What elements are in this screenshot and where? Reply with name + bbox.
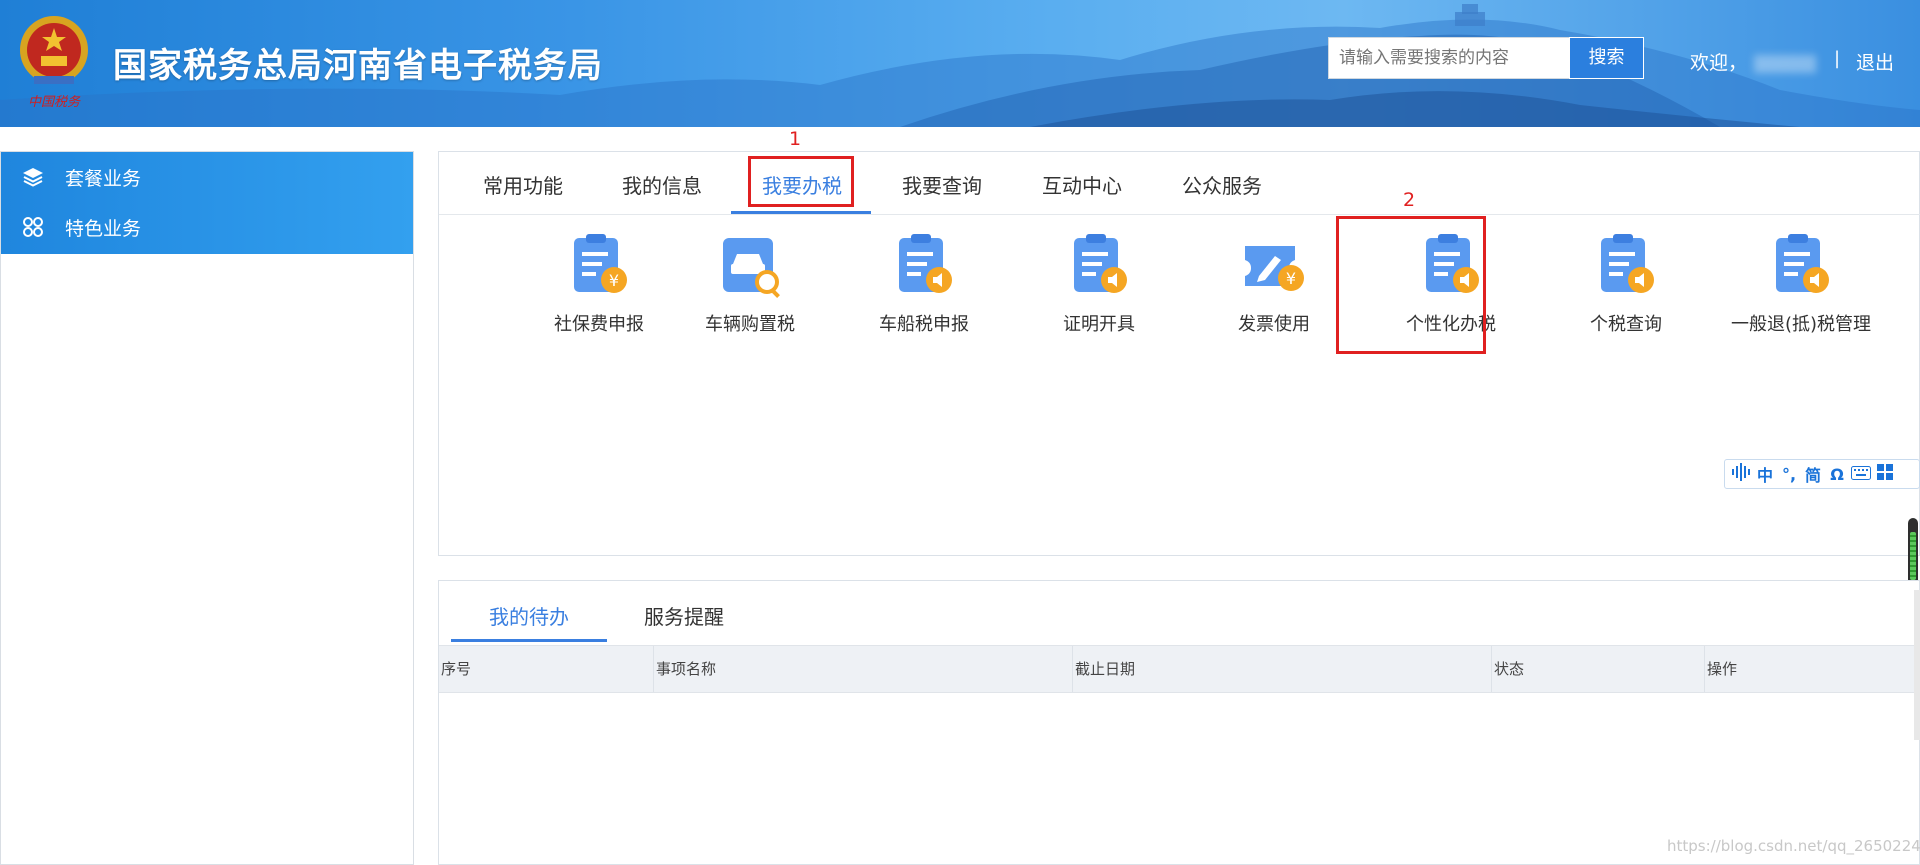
sidebar-item-label: 套餐业务 [65,167,142,190]
annotation-number-1: 1 [789,128,802,150]
column-header-index: 序号 [441,660,472,678]
tab-query[interactable]: 我要查询 [902,170,982,199]
ime-punctuation[interactable]: °, [1777,465,1801,484]
column-header-item-name: 事项名称 [653,646,1072,692]
tab-service-reminder[interactable]: 服务提醒 [644,601,724,630]
tab-common[interactable]: 常用功能 [483,170,563,199]
keyboard-icon[interactable] [1849,465,1873,484]
clipboard-speaker-icon [1766,230,1836,300]
voice-icon[interactable] [1729,463,1753,485]
car-search-icon [715,230,785,300]
tab-public-service[interactable]: 公众服务 [1182,170,1262,199]
tab-my-todo[interactable]: 我的待办 [489,601,569,630]
column-header-status: 状态 [1491,646,1704,692]
table-scrollbar[interactable] [1914,590,1920,740]
sidebar-item-special[interactable]: 特色业务 [1,202,413,252]
service-personal-tax-query[interactable]: 个税查询 [1541,230,1711,336]
clipboard-speaker-icon [1064,230,1134,300]
annotation-box-service [1336,216,1486,354]
service-tabs: 常用功能 我的信息 我要办税 我要查询 互动中心 公众服务 [439,152,1920,215]
sidebar: 套餐业务 特色业务 [0,151,414,865]
watermark-text: https://blog.csdn.net/qq_26502245 [1667,837,1920,855]
ime-chinese-mode[interactable]: 中 [1753,462,1777,486]
service-panel: 常用功能 我的信息 我要办税 我要查询 互动中心 公众服务 ¥ 社保费申报 车辆… [438,151,1920,556]
search-input[interactable] [1328,37,1569,79]
annotation-number-2: 2 [1403,189,1416,211]
clipboard-yuan-icon: ¥ [564,230,634,300]
todo-panel: 我的待办 服务提醒 序号 事项名称 截止日期 状态 操作 [438,580,1920,865]
service-invoice-use[interactable]: ¥ 发票使用 [1189,230,1359,336]
todo-table-header: 序号 事项名称 截止日期 状态 操作 [439,645,1919,693]
sidebar-item-package[interactable]: 套餐业务 [1,152,413,202]
site-title: 国家税务总局河南省电子税务局 [113,46,603,86]
clipboard-speaker-icon [889,230,959,300]
username-redacted [1754,55,1816,73]
service-certificate-issue[interactable]: 证明开具 [1014,230,1184,336]
service-tax-refund-management[interactable]: 一般退(抵)税管理 [1701,230,1901,336]
clover-icon [21,215,45,239]
search-button[interactable]: 搜索 [1569,37,1644,79]
sidebar-item-label: 特色业务 [65,217,142,240]
tab-interaction[interactable]: 互动中心 [1042,170,1122,199]
ime-symbols[interactable]: Ω [1825,465,1849,484]
emblem-caption: 中国税务 [28,95,81,110]
column-header-action: 操作 [1704,646,1919,692]
welcome-text: 欢迎， [1690,52,1748,74]
annotation-box-tab [748,156,854,207]
clipboard-speaker-icon [1591,230,1661,300]
svg-text:¥: ¥ [609,271,619,290]
logout-link[interactable]: 退出 [1856,48,1894,75]
ime-toolbar: 中 °, 简 Ω [1724,459,1920,489]
site-header: 中国税务 国家税务总局河南省电子税务局 搜索 欢迎， | 退出 [0,0,1920,127]
ticket-pen-yuan-icon: ¥ [1239,230,1309,300]
grid-menu-icon[interactable] [1873,464,1897,484]
service-vehicle-vessel-tax[interactable]: 车船税申报 [839,230,1009,336]
header-divider: | [1834,48,1841,69]
tax-emblem-logo: 中国税务 [14,10,94,110]
active-tab-underline [451,639,607,642]
tab-my-info[interactable]: 我的信息 [622,170,702,199]
column-header-deadline: 截止日期 [1072,646,1491,692]
svg-text:¥: ¥ [1286,269,1296,288]
ime-simplified[interactable]: 简 [1801,462,1825,486]
active-tab-underline [731,211,871,214]
service-vehicle-purchase-tax[interactable]: 车辆购置税 [665,230,835,336]
page-scrollbar-thumb[interactable] [1908,518,1918,588]
layers-icon [21,165,45,189]
